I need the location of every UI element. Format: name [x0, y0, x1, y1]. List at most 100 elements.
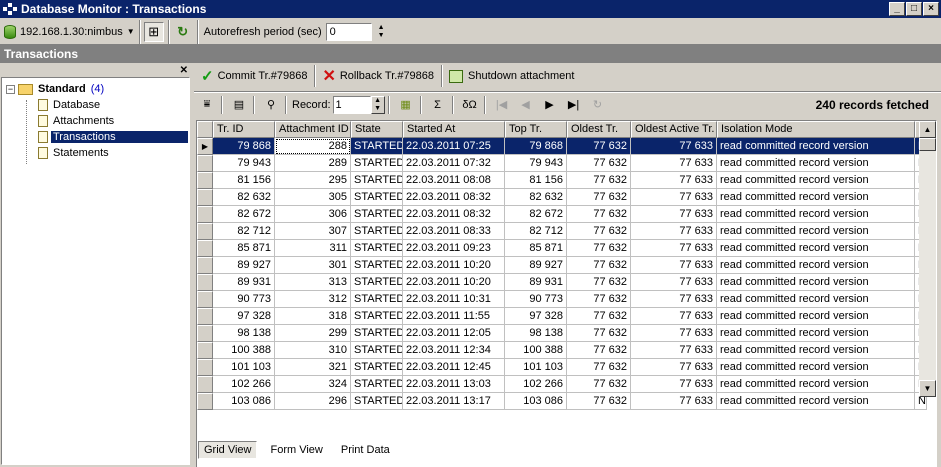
grid-cell[interactable]: read committed record version	[717, 359, 915, 376]
tree-item-transactions[interactable]: Transactions	[38, 129, 188, 145]
grid-cell[interactable]: 318	[275, 308, 351, 325]
grid-cell[interactable]: STARTED	[351, 359, 403, 376]
server-selector[interactable]: 192.168.1.30:nimbus ▼	[0, 19, 140, 44]
grid-cell[interactable]: 22.03.2011 10:31	[403, 291, 505, 308]
grid-cell[interactable]: 81 156	[505, 172, 567, 189]
grid-cell[interactable]: 89 927	[213, 257, 275, 274]
grid-cell[interactable]: 79 943	[505, 155, 567, 172]
commit-button[interactable]: ✓ Commit Tr.#79868	[194, 65, 316, 87]
grid-cell[interactable]: 77 632	[567, 189, 631, 206]
grid-cell[interactable]: 299	[275, 325, 351, 342]
grid-cell[interactable]: 103 086	[505, 393, 567, 410]
table-row[interactable]: 97 328 318 STARTED 22.03.2011 11:55 97 328 77…	[197, 308, 927, 325]
grid-cell[interactable]: 22.03.2011 13:17	[403, 393, 505, 410]
grid-cell[interactable]: 82 672	[505, 206, 567, 223]
table-row[interactable]: 82 632 305 STARTED 22.03.2011 08:32 82 632 77…	[197, 189, 927, 206]
grid-cell[interactable]: 103 086	[213, 393, 275, 410]
grid-cell[interactable]: read committed record version	[717, 393, 915, 410]
grid-cell[interactable]: 82 672	[213, 206, 275, 223]
column-header[interactable]: Top Tr.	[505, 121, 567, 138]
grid-cell[interactable]: read committed record version	[717, 189, 915, 206]
grid-cell[interactable]: read committed record version	[717, 257, 915, 274]
table-row[interactable]: ▶ 79 868 288 STARTED 22.03.2011 07:25 79 868 7…	[197, 138, 927, 155]
maximize-button[interactable]: □	[906, 2, 922, 16]
grid-cell[interactable]: 288	[275, 138, 351, 155]
grid-cell[interactable]: STARTED	[351, 189, 403, 206]
grid-cell[interactable]: 85 871	[213, 240, 275, 257]
grid-cell[interactable]: 307	[275, 223, 351, 240]
grid-cell[interactable]: read committed record version	[717, 240, 915, 257]
grid-cell[interactable]: 77 633	[631, 308, 717, 325]
grid-cell[interactable]: 77 632	[567, 138, 631, 155]
row-indicator[interactable]	[197, 291, 213, 308]
table-row[interactable]: 100 388 310 STARTED 22.03.2011 12:34 100 388…	[197, 342, 927, 359]
grid-cell[interactable]: 97 328	[505, 308, 567, 325]
columns-button[interactable]: ▦	[395, 95, 417, 115]
grid-cell[interactable]: 81 156	[213, 172, 275, 189]
row-indicator[interactable]	[197, 359, 213, 376]
grid-cell[interactable]: STARTED	[351, 291, 403, 308]
grid-cell[interactable]: 77 632	[567, 342, 631, 359]
grid-cell[interactable]: 100 388	[505, 342, 567, 359]
grid-cell[interactable]: 77 632	[567, 172, 631, 189]
grid-cell[interactable]: 77 633	[631, 172, 717, 189]
grid-cell[interactable]: 102 266	[213, 376, 275, 393]
row-indicator[interactable]	[197, 155, 213, 172]
table-row[interactable]: 85 871 311 STARTED 22.03.2011 09:23 85 871 77…	[197, 240, 927, 257]
grid-cell[interactable]: read committed record version	[717, 325, 915, 342]
table-row[interactable]: 82 672 306 STARTED 22.03.2011 08:32 82 672 77…	[197, 206, 927, 223]
search-button[interactable]: ⚲	[260, 95, 282, 115]
column-header[interactable]: Started At	[403, 121, 505, 138]
tree-root[interactable]: − Standard (4)	[6, 81, 104, 97]
grid-cell[interactable]: 79 943	[213, 155, 275, 172]
grid-cell[interactable]: 22.03.2011 09:23	[403, 240, 505, 257]
grid-cell[interactable]: 77 633	[631, 325, 717, 342]
scroll-down-icon[interactable]: ▼	[919, 380, 936, 397]
grid-cell[interactable]: 77 633	[631, 274, 717, 291]
grid-cell[interactable]: 77 633	[631, 342, 717, 359]
table-row[interactable]: 101 103 321 STARTED 22.03.2011 12:45 101 103…	[197, 359, 927, 376]
grid-cell[interactable]: 77 632	[567, 325, 631, 342]
grid-cell[interactable]: 22.03.2011 07:25	[403, 138, 505, 155]
grid-cell[interactable]: 22.03.2011 08:08	[403, 172, 505, 189]
grid-cell[interactable]: read committed record version	[717, 291, 915, 308]
grid-cell[interactable]: STARTED	[351, 240, 403, 257]
grid-cell[interactable]: 22.03.2011 10:20	[403, 274, 505, 291]
grid-cell[interactable]: STARTED	[351, 325, 403, 342]
grid-cell[interactable]: 77 632	[567, 223, 631, 240]
autorefresh-input[interactable]: 0	[325, 22, 372, 41]
grid-cell[interactable]: STARTED	[351, 342, 403, 359]
grid-cell[interactable]: 77 633	[631, 206, 717, 223]
compare-button[interactable]: δΩ	[459, 95, 481, 115]
column-header[interactable]: Attachment ID	[275, 121, 351, 138]
filter-button[interactable]: ⩸	[196, 95, 218, 115]
grid-cell[interactable]: 22.03.2011 07:32	[403, 155, 505, 172]
grid-cell[interactable]: 98 138	[213, 325, 275, 342]
close-button[interactable]: ×	[923, 2, 939, 16]
row-indicator[interactable]	[197, 172, 213, 189]
grid-cell[interactable]: 101 103	[505, 359, 567, 376]
collapse-icon[interactable]: −	[6, 84, 15, 94]
grid-cell[interactable]: 101 103	[213, 359, 275, 376]
grid-cell[interactable]: 305	[275, 189, 351, 206]
grid-cell[interactable]: STARTED	[351, 274, 403, 291]
first-record-button[interactable]: |◀	[491, 95, 513, 115]
grid-cell[interactable]: 90 773	[213, 291, 275, 308]
row-indicator[interactable]	[197, 206, 213, 223]
grid-cell[interactable]: 324	[275, 376, 351, 393]
grid-cell[interactable]: 22.03.2011 08:33	[403, 223, 505, 240]
table-row[interactable]: 102 266 324 STARTED 22.03.2011 13:03 102 266…	[197, 376, 927, 393]
prev-record-button[interactable]: ◀	[515, 95, 537, 115]
grid-cell[interactable]: 289	[275, 155, 351, 172]
grid-cell[interactable]: 82 712	[213, 223, 275, 240]
grid-cell[interactable]: STARTED	[351, 257, 403, 274]
row-indicator[interactable]	[197, 325, 213, 342]
grid-cell[interactable]: read committed record version	[717, 342, 915, 359]
tree-item-attachments[interactable]: Attachments	[38, 113, 116, 129]
row-indicator[interactable]	[197, 274, 213, 291]
tree-item-database[interactable]: Database	[38, 97, 102, 113]
grid-cell[interactable]: 313	[275, 274, 351, 291]
table-row[interactable]: 82 712 307 STARTED 22.03.2011 08:33 82 712 77…	[197, 223, 927, 240]
grid-cell[interactable]: 311	[275, 240, 351, 257]
row-indicator[interactable]: ▶	[197, 138, 213, 155]
